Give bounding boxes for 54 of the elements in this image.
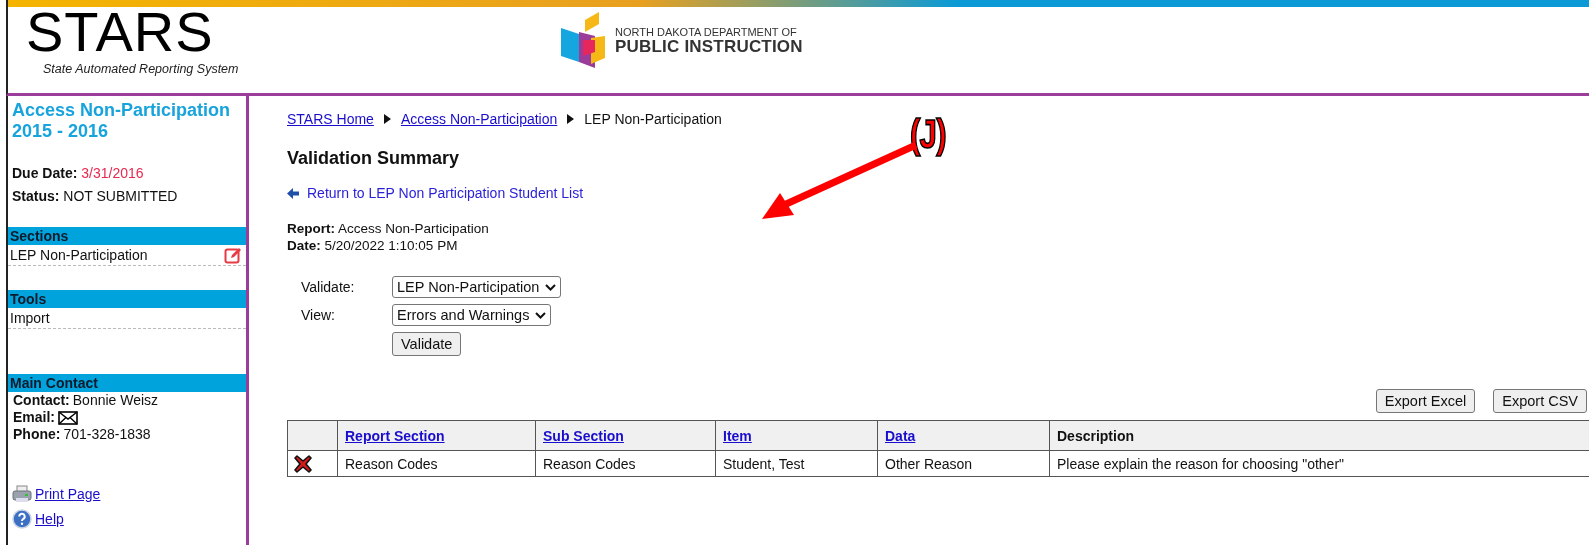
logo-caption: NORTH DAKOTA DEPARTMENT OF xyxy=(615,27,798,38)
page-title: Validation Summary xyxy=(287,148,461,170)
table-cell: Student, Test xyxy=(715,450,878,477)
table-cell: Reason Codes xyxy=(337,450,536,477)
email-label: Email: xyxy=(13,409,55,426)
column-header: Description xyxy=(1049,420,1589,451)
contact-value: 701-328-1838 xyxy=(63,426,151,443)
chevron-down-icon xyxy=(535,311,547,319)
arrow-left-icon xyxy=(287,187,299,199)
contact-value: Bonnie Weisz xyxy=(72,392,159,409)
error-x-icon xyxy=(294,454,312,473)
table-cell: Other Reason xyxy=(877,450,1050,477)
column-sort-link[interactable]: Data xyxy=(885,427,916,444)
edit-icon xyxy=(224,246,242,264)
due-date-text: Due Date: 3/31/2016 xyxy=(11,164,145,183)
export-button[interactable]: Export CSV xyxy=(1493,389,1587,413)
app-title: STARS xyxy=(26,2,214,62)
envelope-icon[interactable] xyxy=(58,410,78,425)
validate-button[interactable]: Validate xyxy=(392,332,462,356)
back-link[interactable]: Return to LEP Non Participation Student List xyxy=(307,185,583,201)
breadcrumb-link[interactable]: Access Non-Participation xyxy=(400,111,558,127)
export-button[interactable]: Export Excel xyxy=(1375,389,1476,413)
app-subtitle: State Automated Reporting System xyxy=(43,62,239,76)
breadcrumb-link[interactable]: STARS Home xyxy=(287,111,374,127)
report-info-text: Date: 5/20/2022 1:10:05 PM xyxy=(287,237,459,254)
caret-right-icon xyxy=(567,114,575,124)
sidebar-item[interactable]: LEP Non-Participation xyxy=(8,245,246,266)
sidebar-item[interactable]: Import xyxy=(8,308,246,329)
help-link[interactable]: Help xyxy=(35,510,64,527)
report-title: 2015 - 2016 xyxy=(12,121,110,142)
help-icon xyxy=(12,508,32,529)
dropdown[interactable]: LEP Non-Participation xyxy=(392,276,562,298)
dropdown[interactable]: Errors and Warnings xyxy=(392,304,552,326)
table-cell: Reason Codes xyxy=(535,450,716,477)
report-info-text: Report: Access Non-Participation xyxy=(287,220,490,237)
print-link[interactable]: Print Page xyxy=(35,485,101,502)
panel-heading: Sections xyxy=(8,227,246,245)
contact-label: Phone: xyxy=(13,426,61,443)
printer-icon xyxy=(12,484,32,503)
field-label: Validate: xyxy=(301,279,356,295)
annotation-label: (J) xyxy=(910,112,946,157)
logo-name: PUBLIC INSTRUCTION xyxy=(615,38,803,55)
caret-right-icon xyxy=(383,114,391,124)
breadcrumb-current: LEP Non-Participation xyxy=(584,111,722,127)
panel-heading: Tools xyxy=(8,290,246,308)
column-sort-link[interactable]: Item xyxy=(723,427,752,444)
sidebar-item-label: Import xyxy=(10,310,50,326)
field-label: View: xyxy=(301,307,336,323)
sidebar-item-label: LEP Non-Participation xyxy=(10,247,148,263)
panel-heading: Main Contact xyxy=(8,374,246,392)
contact-label: Contact: xyxy=(13,392,70,409)
chevron-down-icon xyxy=(545,283,557,291)
status-text: Status: NOT SUBMITTED xyxy=(11,187,179,206)
report-title: Access Non-Participation xyxy=(12,100,232,121)
